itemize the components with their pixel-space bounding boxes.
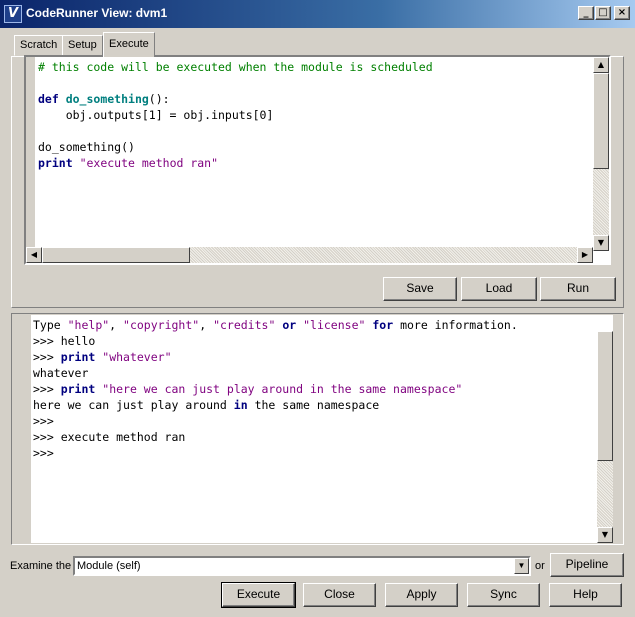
load-button[interactable]: Load: [461, 277, 537, 301]
dropdown-arrow-icon[interactable]: ▼: [514, 558, 529, 574]
run-button[interactable]: Run: [540, 277, 616, 301]
console-token: here we can just play around: [33, 398, 234, 412]
editor-line: def do_something():: [38, 91, 433, 107]
console-token: print: [60, 350, 96, 364]
tab-setup[interactable]: Setup: [62, 35, 103, 56]
close-window-button[interactable]: ×: [614, 6, 630, 20]
console-token: "copyright": [123, 318, 200, 332]
scroll-up-arrow-icon[interactable]: ▲: [593, 57, 609, 73]
console-token: >>> execute method ran: [33, 430, 186, 444]
console-line: >>> hello: [33, 333, 518, 349]
editor-horizontal-scrollbar[interactable]: ◀ ▶: [26, 247, 593, 263]
editor-token: ():: [148, 92, 170, 106]
console-token: >>>: [33, 414, 54, 428]
console-token: "help": [67, 318, 110, 332]
console-token: >>>: [33, 350, 61, 364]
editor-token: print: [38, 156, 73, 170]
console-token: ,: [199, 318, 214, 332]
editor-line: do_something(): [38, 139, 433, 155]
window-title: CodeRunner View: dvm1: [26, 6, 168, 20]
examine-selected-value: Module (self): [77, 560, 141, 572]
tab-scratch[interactable]: Scratch: [14, 35, 64, 56]
console-token: for: [372, 318, 394, 332]
title-bar[interactable]: V CodeRunner View: dvm1 _ □ ×: [0, 0, 635, 28]
editor-token: [73, 156, 80, 170]
examine-label: Examine the: [10, 560, 72, 572]
scroll-right-arrow-icon[interactable]: ▶: [577, 247, 593, 263]
editor-line: obj.outputs[1] = obj.inputs[0]: [38, 107, 433, 123]
console-output[interactable]: Type "help", "copyright", "credits" or "…: [33, 317, 518, 461]
console-token: the same namespace: [247, 398, 380, 412]
console-line: >>>: [33, 445, 518, 461]
console-line: here we can just play around in the same…: [33, 397, 518, 413]
editor-line: print "execute method ran": [38, 155, 433, 171]
pipeline-button[interactable]: Pipeline: [550, 553, 624, 577]
editor-token: do_something: [65, 92, 149, 106]
console-token: Type: [33, 318, 68, 332]
or-label: or: [535, 560, 545, 572]
save-button[interactable]: Save: [383, 277, 457, 301]
editor-token: def: [38, 92, 66, 106]
console-gutter: [13, 315, 31, 543]
python-console[interactable]: Type "help", "copyright", "credits" or "…: [13, 315, 613, 543]
examine-target-select[interactable]: Module (self) ▼: [73, 556, 531, 576]
console-line: >>>: [33, 413, 518, 429]
execute-button[interactable]: Execute: [221, 582, 296, 608]
coderunner-window: V CodeRunner View: dvm1 _ □ × Scratch Se…: [0, 0, 635, 617]
scroll-left-arrow-icon[interactable]: ◀: [26, 247, 42, 263]
app-icon: V: [4, 5, 22, 23]
console-token: "credits": [213, 318, 276, 332]
editor-vertical-scroll-thumb[interactable]: [593, 73, 609, 169]
console-line: >>> print "here we can just play around …: [33, 381, 518, 397]
editor-token: # this code will be executed when the mo…: [38, 60, 433, 74]
console-line: whatever: [33, 365, 518, 381]
editor-line: # this code will be executed when the mo…: [38, 59, 433, 75]
editor-token: "execute method ran": [79, 156, 219, 170]
console-token: >>>: [33, 382, 61, 396]
code-editor[interactable]: # this code will be executed when the mo…: [24, 55, 611, 265]
tab-execute[interactable]: Execute: [103, 32, 155, 57]
minimize-button[interactable]: _: [578, 6, 594, 20]
scroll-down-arrow-icon[interactable]: ▼: [593, 235, 609, 251]
console-token: in: [233, 398, 248, 412]
apply-button[interactable]: Apply: [385, 583, 458, 607]
editor-horizontal-scroll-thumb[interactable]: [42, 247, 190, 263]
close-button[interactable]: Close: [303, 583, 376, 607]
console-token: >>>: [33, 446, 54, 460]
console-token: >>> hello: [33, 334, 96, 348]
console-line: >>> print "whatever": [33, 349, 518, 365]
console-vertical-scrollbar[interactable]: ▼: [597, 331, 613, 543]
console-token: ,: [109, 318, 124, 332]
console-line: >>> execute method ran: [33, 429, 518, 445]
console-token: whatever: [33, 366, 89, 380]
console-token: "here we can just play around in the sam…: [102, 382, 463, 396]
editor-token: obj.outputs[1] = obj.inputs[0]: [38, 108, 274, 122]
console-line: Type "help", "copyright", "credits" or "…: [33, 317, 518, 333]
sync-button[interactable]: Sync: [467, 583, 540, 607]
console-token: "license": [303, 318, 366, 332]
console-vertical-scroll-thumb[interactable]: [597, 331, 613, 461]
editor-gutter: [26, 57, 35, 251]
help-button[interactable]: Help: [549, 583, 622, 607]
console-token: or: [282, 318, 297, 332]
editor-token: do_something(): [38, 140, 135, 154]
console-scroll-down-arrow-icon[interactable]: ▼: [597, 527, 613, 543]
editor-code[interactable]: # this code will be executed when the mo…: [38, 59, 433, 171]
console-token: "whatever": [102, 350, 172, 364]
editor-vertical-scrollbar[interactable]: ▲ ▼: [593, 57, 609, 251]
console-token: print: [60, 382, 96, 396]
console-token: more information.: [393, 318, 518, 332]
maximize-button[interactable]: □: [595, 6, 611, 20]
